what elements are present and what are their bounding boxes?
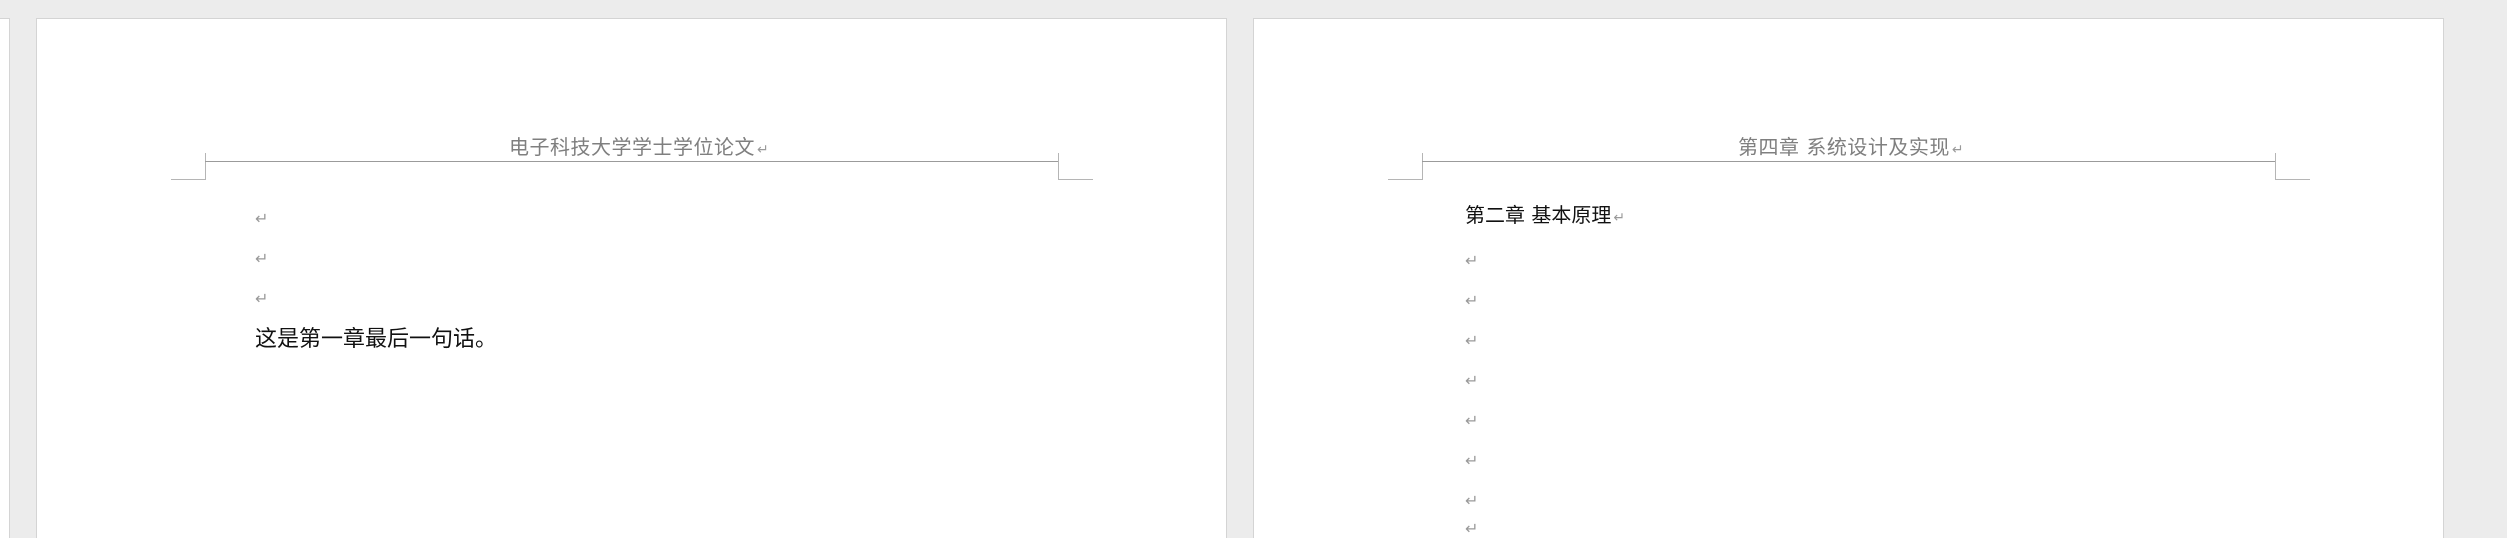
empty-paragraph-mark: ↵ [255,289,269,308]
chapter-heading-text: 第二章 基本原理 [1465,203,1612,227]
paragraph-mark-icon: ↵ [1613,210,1626,226]
empty-paragraph-mark: ↵ [1465,291,1479,310]
empty-paragraph-mark: ↵ [1465,519,1479,538]
empty-paragraph-mark: ↵ [1465,491,1479,510]
paragraph-mark-icon: ↵ [1951,142,1965,158]
paragraph-mark-icon: ↵ [757,142,770,158]
empty-paragraph-mark: ↵ [1465,331,1479,350]
document-page-2[interactable]: 第四章 系统设计及实现 ↵ 第二章 基本原理 ↵ ↵ ↵ ↵ ↵ ↵ ↵ ↵ ↵ [1253,18,2444,538]
empty-paragraph-mark: ↵ [255,209,269,228]
empty-paragraph-mark: ↵ [1465,251,1479,270]
margin-corner-top-right [2275,153,2310,180]
page-header[interactable]: 电子科技大学学士学位论文 ↵ [509,131,769,160]
header-rule [205,161,1058,162]
document-canvas[interactable]: 电子科技大学学士学位论文 ↵ ↵ ↵ ↵ 这是第一章最后一句话。 第四章 系统设计… [0,0,2507,538]
margin-corner-top-left [1388,153,1423,180]
document-page-1[interactable]: 电子科技大学学士学位论文 ↵ ↵ ↵ ↵ 这是第一章最后一句话。 [36,18,1227,538]
chapter-heading[interactable]: 第二章 基本原理 ↵ [1465,199,1625,228]
empty-paragraph-mark: ↵ [255,249,269,268]
page-header-text: 第四章 系统设计及实现 [1738,135,1950,159]
empty-paragraph-mark: ↵ [1465,371,1479,390]
header-rule [1422,161,2275,162]
empty-paragraph-mark: ↵ [1465,451,1479,470]
body-paragraph[interactable]: 这是第一章最后一句话。 [255,321,497,353]
margin-corner-top-right [1058,153,1093,180]
empty-paragraph-mark: ↵ [1465,411,1479,430]
previous-page-edge [0,18,10,538]
margin-corner-top-left [171,153,206,180]
page-header[interactable]: 第四章 系统设计及实现 ↵ [1738,131,1964,160]
page-header-text: 电子科技大学学士学位论文 [509,135,755,159]
